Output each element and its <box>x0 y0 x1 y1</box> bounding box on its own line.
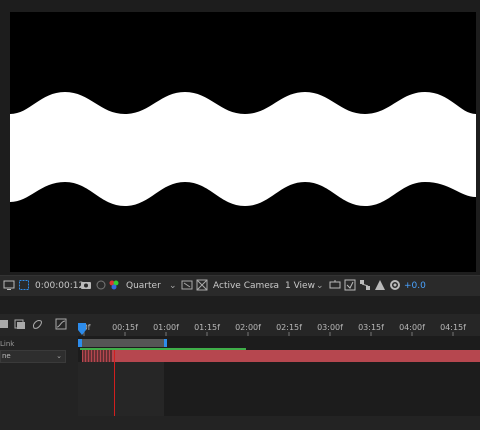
viewer-toolbar: 0:00:00:12 Quarter ⌄ Active Camera ⌄ 1 V… <box>0 275 480 296</box>
reset-exposure-icon[interactable] <box>389 279 403 293</box>
current-time-display[interactable]: 0:00:00:12 <box>35 278 84 294</box>
region-of-interest-icon[interactable] <box>18 279 32 293</box>
work-area-end-handle[interactable] <box>164 339 167 347</box>
color-channels-icon[interactable] <box>108 279 122 293</box>
resolution-chevron-icon[interactable]: ⌄ <box>169 278 177 294</box>
draft-3d-icon[interactable] <box>0 318 14 332</box>
resolution-dropdown[interactable]: Quarter <box>126 278 161 294</box>
fast-previews-icon[interactable] <box>181 279 195 293</box>
ruler-label: 04:00f <box>399 323 425 332</box>
snapshot-icon[interactable] <box>80 279 94 293</box>
comp-flowchart-icon[interactable] <box>359 279 373 293</box>
layer-duration-bar[interactable] <box>82 350 480 362</box>
playhead-line[interactable] <box>114 350 115 416</box>
work-area-start-handle[interactable] <box>78 339 82 347</box>
hide-shy-layers-icon[interactable] <box>14 318 28 332</box>
ruler-label: 01:00f <box>153 323 179 332</box>
work-area-bar[interactable] <box>78 339 166 347</box>
composition-viewer <box>0 0 480 275</box>
graph-editor-icon[interactable] <box>55 318 69 332</box>
camera-chevron-icon[interactable]: ⌄ <box>268 278 276 294</box>
exposure-value[interactable]: +0.0 <box>404 278 426 294</box>
toggle-pixel-aspect-icon[interactable] <box>329 279 343 293</box>
always-preview-icon[interactable] <box>3 279 17 293</box>
current-time-indicator[interactable] <box>78 322 86 335</box>
ruler-label: 01:15f <box>194 323 220 332</box>
layer-panel: Link ne ⌄ <box>0 336 78 416</box>
wave-shape-layer <box>10 92 476 206</box>
ruler-label: 03:15f <box>358 323 384 332</box>
show-snapshot-icon[interactable] <box>95 279 109 293</box>
transparency-grid-icon[interactable] <box>196 279 210 293</box>
ruler-label: 03:00f <box>317 323 343 332</box>
parent-link-header: Link <box>0 340 15 348</box>
parent-link-value: ne <box>2 352 11 360</box>
ruler-label: 02:00f <box>235 323 261 332</box>
view-options-icon[interactable] <box>344 279 358 293</box>
property-rows <box>78 362 164 416</box>
ruler-label: 00:15f <box>112 323 138 332</box>
parent-link-chevron-icon: ⌄ <box>56 352 62 360</box>
ruler-label: 04:15f <box>440 323 466 332</box>
composition-canvas[interactable] <box>10 12 476 272</box>
time-ruler[interactable]: 00f 00:15f 01:00f 01:15f 02:00f 02:15f 0… <box>78 318 480 338</box>
fast-preview-toggle-icon[interactable] <box>374 279 388 293</box>
motion-blur-icon[interactable] <box>31 318 45 332</box>
timeline-track-area[interactable] <box>78 336 480 416</box>
panel-separator <box>0 296 480 314</box>
parent-link-dropdown[interactable]: ne ⌄ <box>0 350 66 363</box>
view-layout-dropdown[interactable]: 1 View <box>285 278 315 294</box>
ruler-label: 02:15f <box>276 323 302 332</box>
view-layout-chevron-icon[interactable]: ⌄ <box>316 278 324 294</box>
